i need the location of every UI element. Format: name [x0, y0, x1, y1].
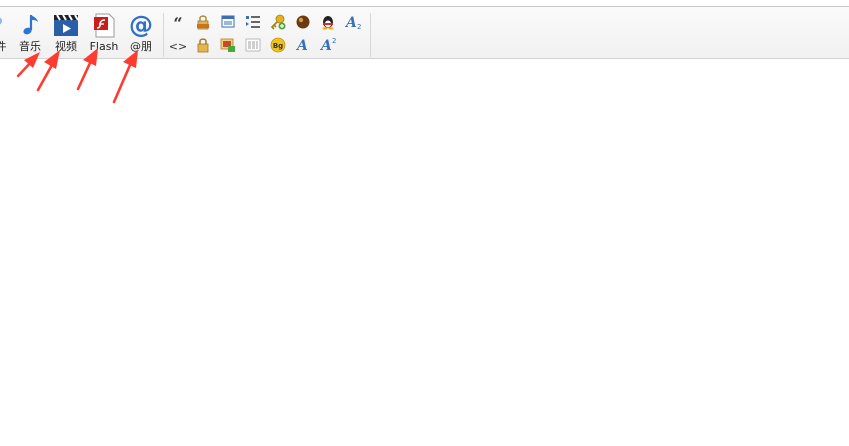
svg-text:Bg: Bg	[273, 42, 283, 50]
quote-icon[interactable]: “	[170, 15, 186, 31]
annotation-arrows	[16, 48, 138, 104]
svg-text:A: A	[320, 38, 332, 53]
video-button[interactable]: 视频	[50, 12, 82, 58]
subscript-icon[interactable]: A 2	[345, 14, 365, 30]
superscript-icon[interactable]: A 2	[320, 37, 340, 53]
flash-label: Flash	[89, 40, 119, 53]
svg-text:2: 2	[332, 37, 336, 45]
window-icon[interactable]	[220, 14, 236, 30]
music-note-icon	[16, 12, 44, 38]
svg-text:A: A	[295, 38, 308, 53]
key-plus-icon[interactable]	[270, 14, 286, 30]
mention-label: @朋	[130, 40, 152, 53]
svg-text:@: @	[129, 12, 153, 38]
columns-icon[interactable]	[245, 37, 261, 53]
partial-left-button[interactable]: 件	[0, 12, 8, 58]
svg-text:A: A	[345, 15, 357, 30]
picture-frame-icon[interactable]	[220, 37, 236, 53]
code-icon[interactable]: <>	[170, 38, 186, 54]
at-sign-icon: @	[127, 11, 155, 39]
lock-icon[interactable]	[195, 37, 211, 53]
film-clapper-icon	[52, 12, 80, 38]
svg-text:“: “	[173, 15, 182, 31]
toolbar-divider-right	[370, 13, 371, 57]
italic-a-icon[interactable]: A	[295, 37, 311, 53]
partial-icon	[0, 12, 8, 38]
music-label: 音乐	[19, 40, 41, 53]
flash-document-icon	[90, 12, 118, 38]
mention-button[interactable]: @ @朋	[125, 11, 157, 58]
list-indent-icon[interactable]	[245, 14, 261, 30]
qq-penguin-icon[interactable]	[320, 14, 336, 30]
page: 件 音乐 视频 Flash @ @朋 “ A 2 <> Bg A A 2	[0, 0, 849, 446]
music-button[interactable]: 音乐	[14, 12, 46, 58]
svg-text:2: 2	[357, 23, 361, 30]
bg-color-icon[interactable]: Bg	[270, 37, 286, 53]
free-lock-icon[interactable]	[195, 14, 211, 30]
ball-icon[interactable]	[295, 14, 311, 30]
toolbar-divider	[163, 13, 164, 57]
flash-button[interactable]: Flash	[87, 12, 121, 58]
partial-left-label: 件	[0, 40, 7, 53]
editor-toolbar: 件 音乐 视频 Flash @ @朋 “ A 2 <> Bg A A 2	[0, 6, 849, 59]
svg-text:<>: <>	[170, 40, 186, 53]
video-label: 视频	[55, 40, 77, 53]
